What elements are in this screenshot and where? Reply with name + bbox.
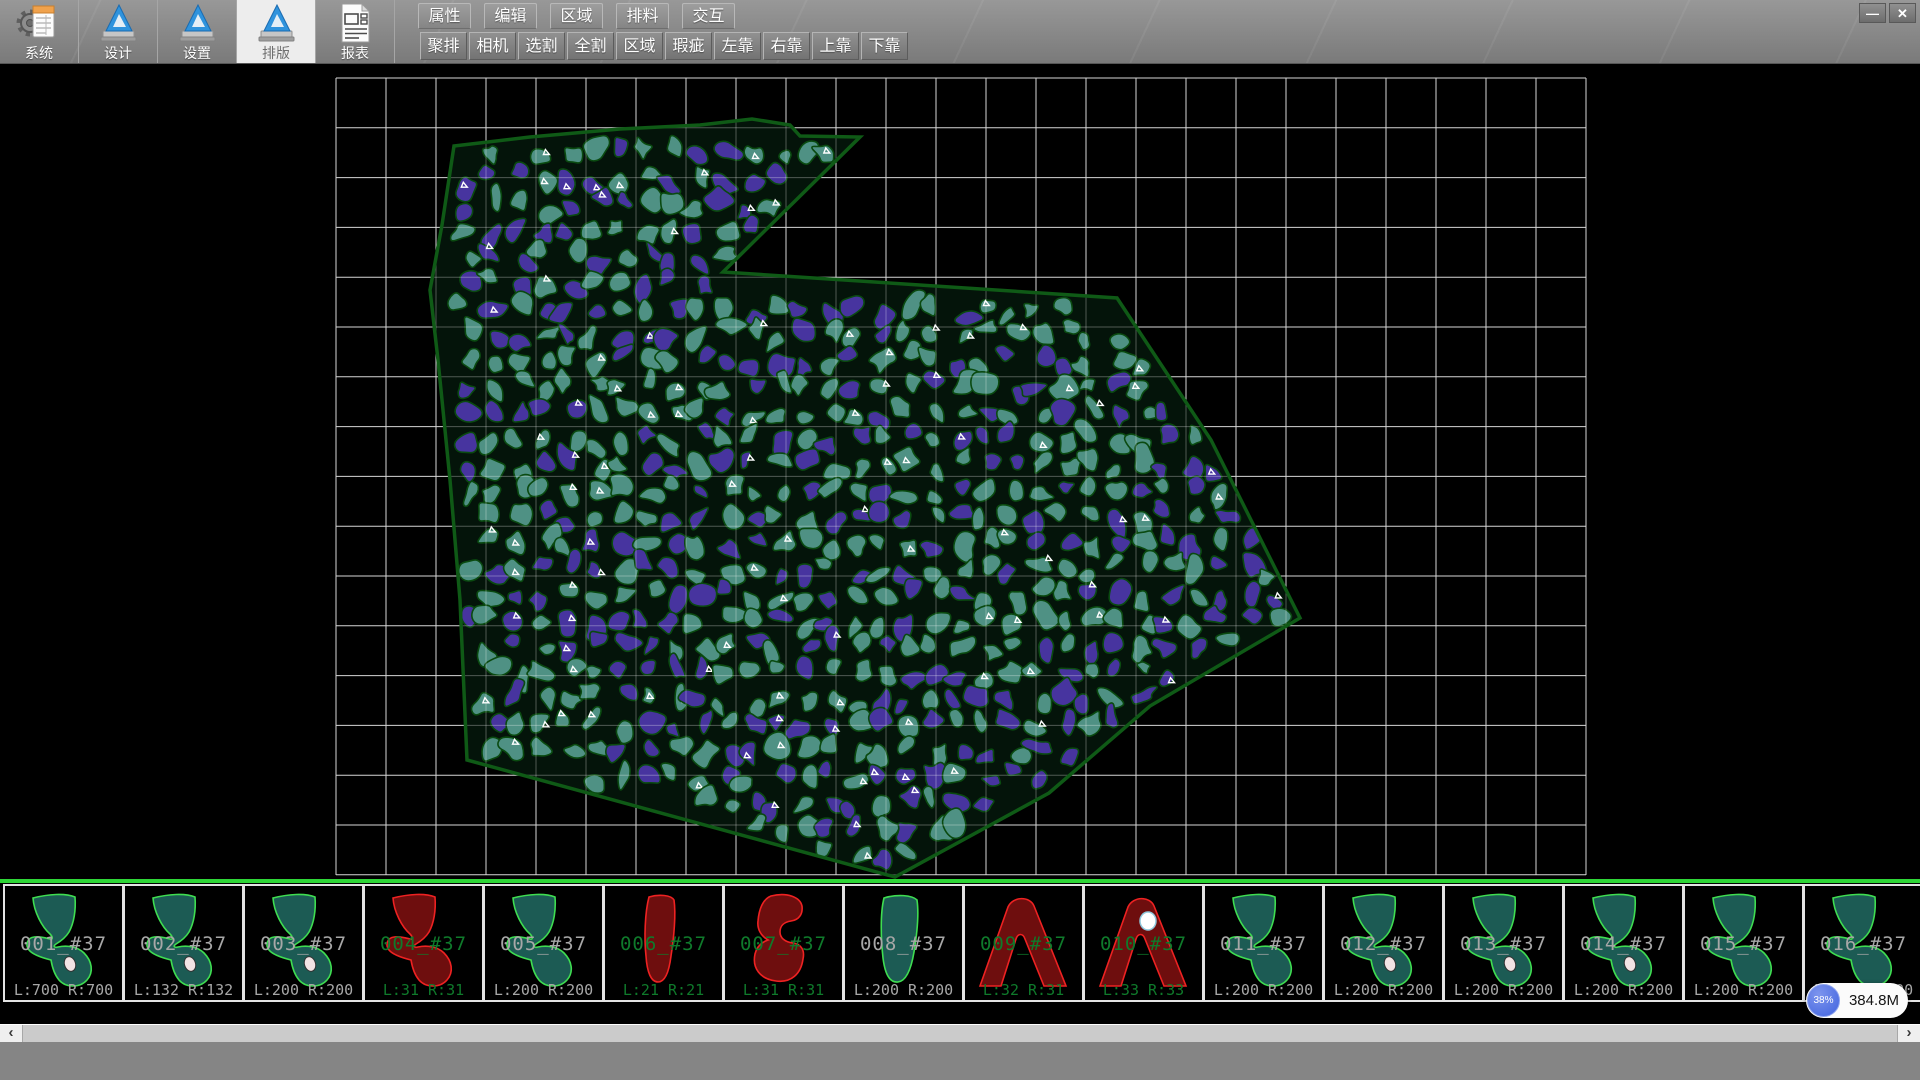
app-tool-label: 系统	[25, 45, 53, 61]
pattern-quantity: L:200 R:200	[1565, 981, 1682, 999]
report-document-icon	[332, 1, 378, 45]
tool-button-2[interactable]: 相机	[469, 32, 516, 60]
pattern-thumbnail-006_#37[interactable]: 006_#37 L:21 R:21	[603, 884, 724, 1002]
tool-button-10[interactable]: 下靠	[861, 32, 908, 60]
pattern-thumbnail-015_#37[interactable]: 015_#37 L:200 R:200	[1683, 884, 1804, 1002]
triangle-ruler-icon	[95, 1, 141, 45]
pattern-quantity: L:200 R:200	[845, 981, 962, 999]
pattern-thumbnail-008_#37[interactable]: 008_#37 L:200 R:200	[843, 884, 964, 1002]
tool-button-6[interactable]: 瑕疵	[665, 32, 712, 60]
window-controls: — ✕	[1859, 3, 1916, 23]
app-tool-nesting[interactable]: 排版	[237, 0, 316, 63]
pattern-name: 011_#37	[1205, 933, 1322, 955]
menu-tab-2[interactable]: 编辑	[484, 3, 537, 29]
tool-button-3[interactable]: 选割	[518, 32, 565, 60]
close-button[interactable]: ✕	[1889, 3, 1916, 23]
pattern-thumbnail-002_#37[interactable]: 002_#37 L:132 R:132	[123, 884, 244, 1002]
tool-button-9[interactable]: 上靠	[812, 32, 859, 60]
menu-tab-3[interactable]: 区域	[550, 3, 603, 29]
pattern-quantity: L:200 R:200	[1445, 981, 1562, 999]
pattern-thumbnail-014_#37[interactable]: 014_#37 L:200 R:200	[1563, 884, 1684, 1002]
menu-tab-5[interactable]: 交互	[682, 3, 735, 29]
minimize-button[interactable]: —	[1859, 3, 1886, 23]
pattern-thumbnail-004_#37[interactable]: 004_#37 L:31 R:31	[363, 884, 484, 1002]
pattern-name: 016_#37	[1805, 933, 1920, 955]
app-tool-design[interactable]: 设计	[79, 0, 158, 63]
pattern-name: 002_#37	[125, 933, 242, 955]
pattern-thumbnail-009_#37[interactable]: 009_#37 L:32 R:31	[963, 884, 1084, 1002]
pattern-name: 006_#37	[605, 933, 722, 955]
pattern-thumbnail-010_#37[interactable]: 010_#37 L:33 R:33	[1083, 884, 1204, 1002]
pattern-name: 009_#37	[965, 933, 1082, 955]
menu-tab-group: 属性编辑区域排料交互	[418, 3, 735, 29]
pattern-name: 001_#37	[5, 933, 122, 955]
status-bar	[0, 1042, 1920, 1080]
app-tool-report[interactable]: 报表	[316, 0, 395, 63]
menu-tab-1[interactable]: 属性	[418, 3, 471, 29]
title-bar: 系统设计设置排版报表 属性编辑区域排料交互 聚排相机选割全割区域瑕疵左靠右靠上靠…	[0, 0, 1920, 64]
app-tool-system[interactable]: 系统	[0, 0, 79, 63]
menu-tab-4[interactable]: 排料	[616, 3, 669, 29]
system-gear-icon	[16, 1, 62, 45]
pattern-quantity: L:200 R:200	[245, 981, 362, 999]
pattern-quantity: L:31 R:31	[365, 981, 482, 999]
pattern-quantity: L:700 R:700	[5, 981, 122, 999]
app-tool-label: 报表	[341, 45, 369, 61]
pattern-thumbnail-003_#37[interactable]: 003_#37 L:200 R:200	[243, 884, 364, 1002]
pattern-name: 005_#37	[485, 933, 602, 955]
app-tool-label: 排版	[262, 45, 290, 61]
pattern-quantity: L:32 R:31	[965, 981, 1082, 999]
strip-divider	[0, 879, 1920, 883]
triangle-ruler-icon	[174, 1, 220, 45]
pattern-thumbnail-001_#37[interactable]: 001_#37 L:700 R:700	[3, 884, 124, 1002]
pattern-quantity: L:200 R:200	[485, 981, 602, 999]
pattern-name: 003_#37	[245, 933, 362, 955]
scroll-left-button[interactable]: ‹	[0, 1025, 23, 1042]
scroll-right-button[interactable]: ›	[1897, 1025, 1920, 1042]
leather-hide-nesting-view	[0, 63, 1920, 879]
tool-button-row: 聚排相机选割全割区域瑕疵左靠右靠上靠下靠	[420, 32, 908, 60]
tool-button-4[interactable]: 全割	[567, 32, 614, 60]
app-tool-group: 系统 设计 设置 排版 报表	[0, 0, 395, 63]
pattern-quantity: L:21 R:21	[605, 981, 722, 999]
pattern-name: 014_#37	[1565, 933, 1682, 955]
horizontal-scrollbar[interactable]: ‹ ›	[0, 1024, 1920, 1042]
memory-badge: 38% 384.8M	[1806, 983, 1908, 1018]
pattern-thumbnail-005_#37[interactable]: 005_#37 L:200 R:200	[483, 884, 604, 1002]
pattern-quantity: L:31 R:31	[725, 981, 842, 999]
pattern-name: 013_#37	[1445, 933, 1562, 955]
pattern-name: 008_#37	[845, 933, 962, 955]
pattern-quantity: L:132 R:132	[125, 981, 242, 999]
app-tool-settings[interactable]: 设置	[158, 0, 237, 63]
app-tool-label: 设置	[183, 45, 211, 61]
pattern-thumbnail-013_#37[interactable]: 013_#37 L:200 R:200	[1443, 884, 1564, 1002]
pattern-thumbnail-011_#37[interactable]: 011_#37 L:200 R:200	[1203, 884, 1324, 1002]
pattern-thumbnail-012_#37[interactable]: 012_#37 L:200 R:200	[1323, 884, 1444, 1002]
tool-button-7[interactable]: 左靠	[714, 32, 761, 60]
pattern-name: 012_#37	[1325, 933, 1442, 955]
tool-button-1[interactable]: 聚排	[420, 32, 467, 60]
pattern-name: 007_#37	[725, 933, 842, 955]
tool-button-8[interactable]: 右靠	[763, 32, 810, 60]
pattern-quantity: L:200 R:200	[1685, 981, 1802, 999]
pattern-quantity: L:200 R:200	[1205, 981, 1322, 999]
pattern-quantity: L:33 R:33	[1085, 981, 1202, 999]
pattern-name: 010_#37	[1085, 933, 1202, 955]
pattern-thumbnail-007_#37[interactable]: 007_#37 L:31 R:31	[723, 884, 844, 1002]
pattern-quantity: L:200 R:200	[1325, 981, 1442, 999]
triangle-ruler-icon	[253, 1, 299, 45]
pattern-name: 004_#37	[365, 933, 482, 955]
pattern-hole	[1140, 912, 1156, 930]
nesting-canvas[interactable]	[0, 63, 1920, 879]
memory-usage-value: 384.8M	[1840, 992, 1908, 1009]
progress-indicator: 38%	[1807, 984, 1840, 1017]
app-tool-label: 设计	[104, 45, 132, 61]
pattern-thumbnail-strip: 001_#37L:700 R:700002_#37L:132 R:132003_…	[0, 884, 1920, 1003]
tool-button-5[interactable]: 区域	[616, 32, 663, 60]
pattern-name: 015_#37	[1685, 933, 1802, 955]
